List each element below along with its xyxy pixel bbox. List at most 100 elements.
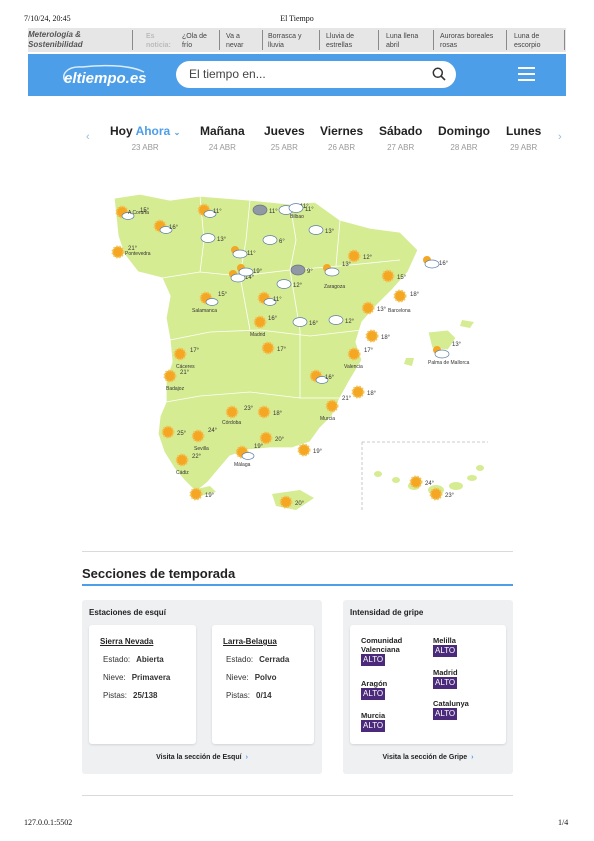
- weather-icon-sun: [297, 443, 311, 457]
- map-temp: 15°: [397, 275, 407, 281]
- trending-item-luna-escorpio[interactable]: Luna de escorpio: [514, 32, 556, 50]
- weather-icon-sun: [347, 249, 361, 263]
- city-name: Barcelona: [388, 308, 411, 314]
- city-temp: 17°: [190, 348, 200, 354]
- site-header: eltiempo.es El tiempo en...: [28, 54, 566, 96]
- map-temp: 13°: [325, 229, 335, 235]
- city-name: Palma de Mallorca: [428, 360, 470, 366]
- city-temp: 18°: [410, 292, 420, 298]
- search-box[interactable]: El tiempo en...: [176, 61, 456, 88]
- trending-lead: Meterología & Sostenibilidad: [28, 30, 83, 49]
- site-logo[interactable]: eltiempo.es: [58, 62, 150, 93]
- flu-card: Comunidad Valenciana ALTO Melilla ALTO Ara…: [350, 625, 506, 744]
- map-temp: 18°: [273, 411, 283, 417]
- weather-icon-cloud-sun: [423, 256, 440, 269]
- weather-icon-sun: [325, 399, 339, 413]
- ski-card-larra-belagua[interactable]: Larra-Belagua Estado: Cerrada Nieve: Polvo…: [212, 625, 314, 744]
- map-temp: 11°: [269, 209, 278, 215]
- weather-icon-cloud: [328, 315, 344, 325]
- city-name: Murcia: [320, 416, 335, 422]
- weather-icon-sun: [347, 347, 361, 361]
- map-temp: 19°: [253, 269, 263, 275]
- prev-days-arrow[interactable]: ‹: [86, 131, 90, 143]
- weather-icon-cloud: [276, 279, 292, 289]
- map-temp: 11°: [305, 207, 314, 213]
- trending-item-ola-de-frio[interactable]: ¿Ola de frío: [182, 32, 214, 50]
- flu-region-melilla: Melilla ALTO: [433, 636, 458, 657]
- day-domingo[interactable]: Domingo 28 ABR: [438, 124, 490, 152]
- day-lunes[interactable]: Lunes 29 ABR: [506, 124, 541, 152]
- weather-icon-sun: [365, 329, 379, 343]
- weather-icon-cloud: [262, 235, 278, 245]
- weather-icon-sun: [189, 487, 203, 501]
- map-temp: 6°: [279, 239, 285, 245]
- ski-station-name[interactable]: Larra-Belagua: [223, 637, 277, 646]
- day-viernes[interactable]: Viernes 26 ABR: [320, 124, 363, 152]
- map-temp: 16°: [325, 375, 335, 381]
- ski-nieve: Primavera: [131, 673, 171, 682]
- city-temp: 21°: [180, 370, 190, 376]
- map-temp: 20°: [295, 501, 305, 507]
- ski-card-sierra-nevada[interactable]: Sierra Nevada Estado: Abierta Nieve: Prima…: [89, 625, 196, 744]
- day-jueves[interactable]: Jueves 25 ABR: [264, 124, 305, 152]
- ski-station-name[interactable]: Sierra Nevada: [100, 637, 153, 646]
- melilla-shape: [272, 490, 314, 510]
- day-sabado[interactable]: Sábado 27 ABR: [379, 124, 422, 152]
- trending-bar: Meterología & Sostenibilidad Es noticia:…: [28, 28, 566, 52]
- city-temp: 24°: [208, 428, 218, 434]
- map-temp: 16°: [309, 321, 319, 327]
- map-temp: 18°: [367, 391, 377, 397]
- city-temp: 13°: [342, 262, 352, 268]
- search-icon[interactable]: [432, 67, 446, 81]
- flu-region-aragon: Aragón ALTO: [361, 679, 388, 700]
- city-name: Córdoba: [222, 420, 241, 426]
- flu-level-badge: ALTO: [433, 708, 458, 720]
- weather-icon-sun: [409, 475, 423, 489]
- flu-region-madrid: Madrid ALTO: [433, 668, 458, 689]
- map-temp: 12°: [345, 319, 355, 325]
- logo-graphic: eltiempo.es: [62, 64, 147, 87]
- weather-icon-sun: [261, 341, 275, 355]
- city-temp: 19°: [254, 444, 264, 450]
- ski-estado: Cerrada: [259, 655, 290, 664]
- trending-item-auroras[interactable]: Auroras boreales rosas: [440, 32, 500, 50]
- divider-top: [82, 551, 513, 552]
- flu-level-badge: ALTO: [361, 688, 386, 700]
- flu-panel-header: Intensidad de gripe: [350, 608, 424, 617]
- weather-icon-cloud: [288, 203, 304, 213]
- weather-icon-sun: [191, 429, 205, 443]
- weather-icon-sun: [111, 245, 125, 259]
- trending-item-va-a-nevar[interactable]: Va a nevar: [226, 32, 258, 50]
- weather-map[interactable]: 15° A Coruña 21° Pontevedra 11° Bilbao 13° Zara…: [100, 180, 500, 525]
- city-name: Zaragoza: [324, 284, 345, 290]
- map-temp: 11°: [273, 297, 282, 303]
- spain-map: 15°A Coruña21°Pontevedra11°Bilbao13°Zara…: [111, 193, 488, 510]
- ski-section-link[interactable]: Visita la sección de Esquí ›: [82, 754, 322, 761]
- flu-level-badge: ALTO: [433, 677, 458, 689]
- menu-icon[interactable]: [518, 67, 535, 85]
- weather-icon-cloud: [308, 225, 324, 235]
- trending-item-borrasca[interactable]: Borrasca y lluvia: [268, 32, 314, 50]
- flu-level-badge: ALTO: [361, 720, 386, 732]
- map-temp: 12°: [293, 283, 303, 289]
- city-name: Cádiz: [176, 470, 189, 476]
- weather-icon-sun: [163, 369, 177, 383]
- logo-text: eltiempo.es: [64, 70, 147, 87]
- map-temp: 13°: [217, 237, 227, 243]
- search-input[interactable]: El tiempo en...: [189, 67, 266, 81]
- next-days-arrow[interactable]: ›: [558, 131, 562, 143]
- weather-icon-sun: [175, 453, 189, 467]
- menorca-shape: [460, 320, 474, 328]
- weather-icon-sun: [381, 269, 395, 283]
- day-manana[interactable]: Mañana 24 ABR: [200, 124, 245, 152]
- flu-section-link[interactable]: Visita la sección de Gripe ›: [343, 754, 513, 761]
- map-temp: 11°: [213, 209, 222, 215]
- day-hoy[interactable]: Hoy Ahora ⌄ 23 ABR: [110, 124, 180, 152]
- trending-item-lluvia-estrellas[interactable]: Lluvia de estrellas: [326, 32, 372, 50]
- map-temp: 17°: [277, 347, 287, 353]
- city-name: Pontevedra: [125, 251, 151, 257]
- trending-item-luna-llena[interactable]: Luna llena abril: [386, 32, 426, 50]
- weather-icon-dark: [290, 264, 306, 276]
- map-temp: 16°: [169, 225, 179, 231]
- print-page: 1/4: [558, 818, 569, 827]
